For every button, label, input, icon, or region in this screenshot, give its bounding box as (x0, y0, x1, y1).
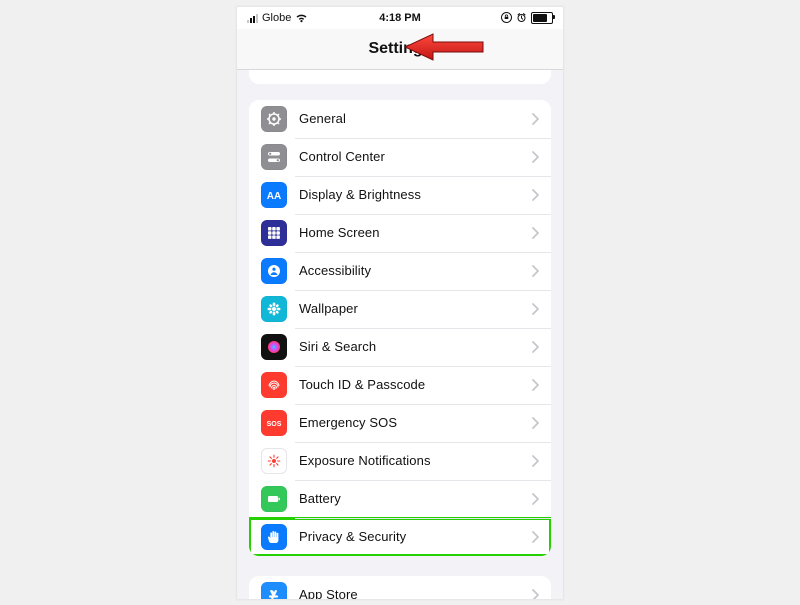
page-title: Settings (368, 40, 431, 58)
navigation-bar: Settings (237, 29, 563, 70)
svg-text:AA: AA (267, 191, 281, 202)
display-brightness-icon: AA (261, 182, 287, 208)
row-label: Display & Brightness (299, 187, 531, 202)
row-label: Emergency SOS (299, 415, 531, 430)
settings-row-battery[interactable]: Battery (249, 480, 551, 518)
row-label: Wallpaper (299, 301, 531, 316)
settings-row-display-brightness[interactable]: AA Display & Brightness (249, 176, 551, 214)
carrier-label: Globe (262, 12, 291, 24)
row-label: Battery (299, 491, 531, 506)
chevron-right-icon (531, 493, 539, 505)
settings-row-privacy-security[interactable]: Privacy & Security (249, 518, 551, 556)
settings-row-control-center[interactable]: Control Center (249, 138, 551, 176)
status-left: Globe (247, 12, 379, 24)
settings-group-store: App StoreWallet (249, 576, 551, 600)
settings-row-exposure-notifications[interactable]: Exposure Notifications (249, 442, 551, 480)
wallpaper-icon (261, 296, 287, 322)
row-label: Control Center (299, 149, 531, 164)
chevron-right-icon (531, 455, 539, 467)
general-icon (261, 106, 287, 132)
wifi-icon (295, 13, 308, 23)
chevron-right-icon (531, 265, 539, 277)
row-label: General (299, 111, 531, 126)
touch-id-icon (261, 372, 287, 398)
chevron-right-icon (531, 531, 539, 543)
orientation-lock-icon (501, 12, 512, 23)
settings-row-touch-id[interactable]: Touch ID & Passcode (249, 366, 551, 404)
control-center-icon (261, 144, 287, 170)
settings-row-accessibility[interactable]: Accessibility (249, 252, 551, 290)
group-stub (249, 70, 551, 84)
row-label: Home Screen (299, 225, 531, 240)
chevron-right-icon (531, 341, 539, 353)
row-label: Touch ID & Passcode (299, 377, 531, 392)
settings-page[interactable]: General Control Center AA Display & Brightn… (237, 70, 563, 600)
row-label: Siri & Search (299, 339, 531, 354)
iphone-frame: Globe 4:18 PM Settings General Control Ce… (236, 6, 564, 600)
settings-row-siri-search[interactable]: Siri & Search (249, 328, 551, 366)
clock-label: 4:18 PM (379, 12, 421, 24)
settings-row-app-store[interactable]: App Store (249, 576, 551, 600)
signal-icon (247, 13, 258, 23)
emergency-sos-icon: SOS (261, 410, 287, 436)
settings-row-home-screen[interactable]: Home Screen (249, 214, 551, 252)
row-label: Privacy & Security (299, 529, 531, 544)
svg-text:SOS: SOS (267, 421, 282, 428)
chevron-right-icon (531, 303, 539, 315)
exposure-notifications-icon (261, 448, 287, 474)
settings-row-general[interactable]: General (249, 100, 551, 138)
row-label: App Store (299, 587, 531, 600)
status-bar: Globe 4:18 PM (237, 7, 563, 29)
privacy-security-icon (261, 524, 287, 550)
home-screen-icon (261, 220, 287, 246)
chevron-right-icon (531, 227, 539, 239)
battery-icon (531, 12, 553, 24)
settings-row-emergency-sos[interactable]: SOS Emergency SOS (249, 404, 551, 442)
chevron-right-icon (531, 589, 539, 600)
chevron-right-icon (531, 379, 539, 391)
alarm-icon (516, 12, 527, 23)
chevron-right-icon (531, 151, 539, 163)
chevron-right-icon (531, 113, 539, 125)
chevron-right-icon (531, 189, 539, 201)
chevron-right-icon (531, 417, 539, 429)
settings-row-wallpaper[interactable]: Wallpaper (249, 290, 551, 328)
row-label: Exposure Notifications (299, 453, 531, 468)
accessibility-icon (261, 258, 287, 284)
battery-icon (261, 486, 287, 512)
app-store-icon (261, 582, 287, 600)
status-right (421, 12, 553, 24)
settings-group-main: General Control Center AA Display & Brightn… (249, 100, 551, 556)
row-label: Accessibility (299, 263, 531, 278)
siri-search-icon (261, 334, 287, 360)
